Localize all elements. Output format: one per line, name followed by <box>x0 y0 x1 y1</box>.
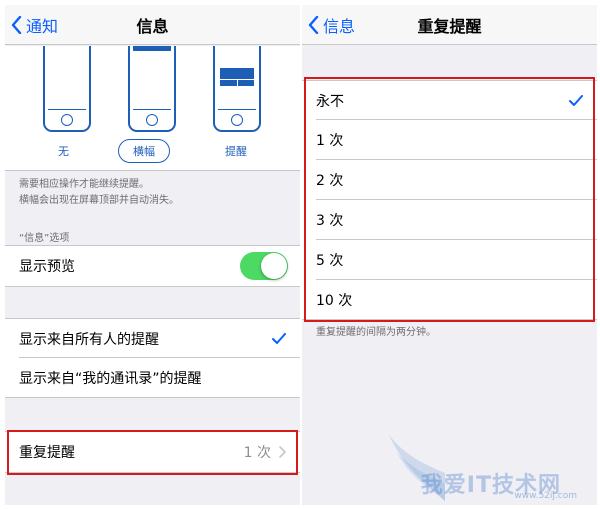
style-label-alert[interactable]: 提醒 <box>225 143 247 159</box>
alert-source-all-label: 显示来自所有人的提醒 <box>19 331 159 348</box>
home-button-icon <box>146 114 158 126</box>
page-title: 信息 <box>136 16 169 36</box>
style-label-none[interactable]: 无 <box>58 143 69 159</box>
show-preview-row: 显示预览 <box>5 245 300 287</box>
back-to-messages-button[interactable]: 信息 <box>308 5 355 45</box>
alert-style-picker: 无 横幅 提醒 <box>5 46 300 171</box>
navigation-bar: 通知 信息 <box>5 5 300 45</box>
style-footnote: 需要相应操作才能继续提醒。 横幅会出现在屏幕顶部并自动消失。 <box>19 179 179 206</box>
alert-source-all-row[interactable]: 显示来自所有人的提醒 <box>5 318 300 358</box>
page-title: 重复提醒 <box>417 16 482 36</box>
highlight-frame <box>7 430 298 475</box>
style-option-none[interactable] <box>43 46 91 132</box>
chevron-left-icon <box>11 16 22 34</box>
back-label: 通知 <box>26 17 59 36</box>
repeat-alerts-screen: 信息 重复提醒 永不 1 次 2 次 3 次 5 次 10 次 重复提醒的间隔为… <box>302 5 597 505</box>
messages-settings-screen: 通知 信息 无 横幅 提醒 需要相应操作才能继续提醒。 横幅会出现在屏幕顶部并自… <box>5 5 300 505</box>
style-label-banner[interactable]: 横幅 <box>118 139 170 163</box>
home-button-icon <box>61 114 73 126</box>
home-button-icon <box>231 114 243 126</box>
banner-preview <box>133 46 171 51</box>
show-preview-label: 显示预览 <box>19 259 75 275</box>
repeat-footnote: 重复提醒的间隔为两分钟。 <box>316 327 436 338</box>
show-preview-toggle[interactable] <box>240 252 288 280</box>
style-option-alert[interactable] <box>213 46 261 132</box>
chevron-left-icon <box>308 16 319 34</box>
watermark-url: www.52ij.com <box>514 491 577 501</box>
back-label: 信息 <box>323 17 356 36</box>
checkmark-icon <box>272 332 286 344</box>
alert-source-contacts-label: 显示来自“我的通讯录”的提醒 <box>19 370 202 387</box>
navigation-bar: 信息 重复提醒 <box>302 5 597 45</box>
options-section-header: “信息”选项 <box>19 233 70 244</box>
alert-preview <box>220 68 254 86</box>
back-to-notifications-button[interactable]: 通知 <box>11 5 58 45</box>
alert-source-contacts-row[interactable]: 显示来自“我的通讯录”的提醒 <box>5 358 300 398</box>
style-option-banner[interactable] <box>128 46 176 132</box>
highlight-frame <box>304 77 595 322</box>
